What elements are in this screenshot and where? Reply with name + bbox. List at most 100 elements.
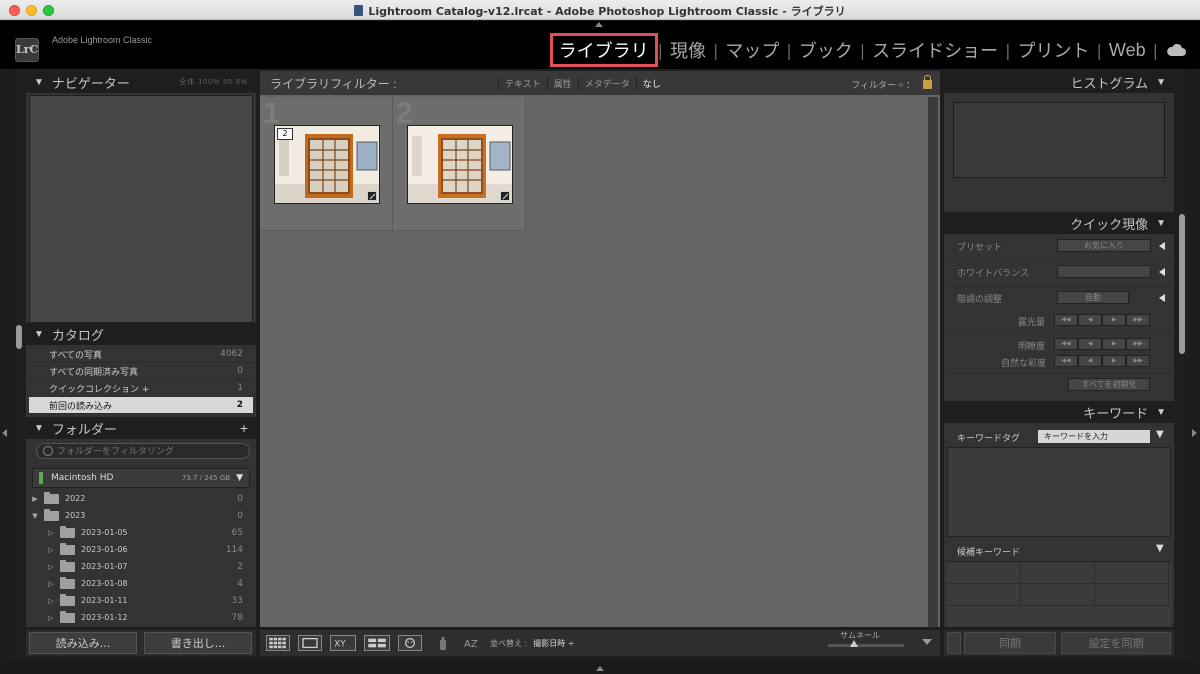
volume-expand-icon[interactable]: ▼ xyxy=(236,473,243,483)
grid-view-icon[interactable] xyxy=(266,635,290,651)
filter-text[interactable]: テキスト xyxy=(498,77,547,90)
folder-item-2022[interactable]: ▶ 2022 0 xyxy=(29,490,253,507)
exposure-stepper[interactable]: ◀◀ ◀ ▶ ▶▶ xyxy=(1054,314,1150,326)
filter-none[interactable]: なし xyxy=(635,77,667,90)
expand-triangle-icon[interactable]: ▷ xyxy=(45,597,57,605)
expand-triangle-icon[interactable]: ▷ xyxy=(45,563,57,571)
collapse-triangle-icon[interactable]: ▼ xyxy=(1156,407,1166,418)
module-map[interactable]: マップ xyxy=(718,37,786,63)
module-slideshow[interactable]: スライドショー xyxy=(865,37,1005,63)
folder-item-2023-01-05[interactable]: ▷ 2023-01-05 65 xyxy=(29,524,253,541)
grid-scrollbar[interactable] xyxy=(928,97,938,627)
top-panel-toggle-icon[interactable] xyxy=(595,22,603,27)
left-edge[interactable] xyxy=(0,69,10,660)
catalog-item-quick-collection[interactable]: クイックコレクション +1 xyxy=(29,380,253,397)
clarity-stepper[interactable]: ◀◀ ◀ ▶ ▶▶ xyxy=(1054,338,1150,350)
grid-cell[interactable]: 1 2 xyxy=(260,97,393,231)
histogram-header[interactable]: ヒストグラム ▼ xyxy=(944,71,1174,93)
left-panel-toggle-icon[interactable] xyxy=(2,429,7,437)
keyword-tag-select[interactable]: キーワードを入力 xyxy=(1038,430,1150,443)
photo-thumbnail[interactable] xyxy=(407,125,513,204)
expand-triangle-icon[interactable]: ▷ xyxy=(45,580,57,588)
reset-all-button[interactable]: すべてを初期化 xyxy=(1068,378,1150,391)
survey-view-icon[interactable] xyxy=(364,635,390,651)
sort-select[interactable]: 撮影日時 ÷ xyxy=(533,638,574,649)
folder-search[interactable] xyxy=(36,443,250,459)
preset-select[interactable]: お気に入り xyxy=(1057,239,1151,252)
module-print[interactable]: プリント xyxy=(1011,37,1097,63)
expand-arrow-icon[interactable] xyxy=(1159,294,1165,302)
navigator-preview[interactable] xyxy=(29,95,253,323)
folder-search-input[interactable] xyxy=(57,446,237,456)
right-edge[interactable] xyxy=(1190,69,1200,660)
module-web[interactable]: Web xyxy=(1102,40,1153,61)
collapse-triangle-icon[interactable]: ▼ xyxy=(1156,77,1166,88)
people-view-icon[interactable] xyxy=(398,635,422,651)
add-folder-icon[interactable]: + xyxy=(240,420,248,436)
right-panel-toggle-icon[interactable] xyxy=(1192,429,1197,437)
sync-toggle-switch[interactable] xyxy=(947,632,961,654)
catalog-header[interactable]: ▼ カタログ xyxy=(26,323,256,345)
compare-view-icon[interactable]: XY xyxy=(330,635,356,651)
folder-item-2023-01-11[interactable]: ▷ 2023-01-11 33 xyxy=(29,592,253,609)
expand-triangle-icon[interactable]: ▶ xyxy=(29,495,41,503)
expand-triangle-icon[interactable]: ▼ xyxy=(1156,543,1164,554)
collapse-triangle-icon[interactable]: ▼ xyxy=(34,77,44,88)
loupe-view-icon[interactable] xyxy=(298,635,322,651)
module-develop[interactable]: 現像 xyxy=(663,37,713,63)
sync-settings-button[interactable]: 設定を同期 xyxy=(1061,632,1171,654)
sort-direction-icon[interactable]: AZ xyxy=(462,634,486,652)
catalog-item-all-photos[interactable]: すべての写真 4062 xyxy=(29,346,253,363)
navigator-zoom-options[interactable]: 全体 100% 55.5% xyxy=(179,77,248,87)
edited-badge-icon xyxy=(500,191,510,201)
left-panel-scrollbar[interactable] xyxy=(16,325,22,349)
cloud-icon[interactable] xyxy=(1166,44,1186,56)
slider-knob[interactable] xyxy=(850,640,858,647)
grid-cell[interactable]: 2 xyxy=(393,97,526,231)
collapse-triangle-icon[interactable]: ▼ xyxy=(1156,218,1166,229)
stack-count-badge[interactable]: 2 xyxy=(277,128,293,140)
collapse-triangle-icon[interactable]: ▼ xyxy=(29,512,41,520)
expand-triangle-icon[interactable]: ▼ xyxy=(1156,429,1164,440)
thumbnail-size-slider[interactable] xyxy=(828,640,904,647)
auto-tone-button[interactable]: 自動 xyxy=(1057,291,1129,304)
expand-arrow-icon[interactable] xyxy=(1159,242,1165,250)
expand-triangle-icon[interactable]: ▷ xyxy=(45,614,57,622)
expand-arrow-icon[interactable] xyxy=(1159,268,1165,276)
folders-header[interactable]: ▼ フォルダー + xyxy=(26,417,256,439)
grid-view: ライブラリフィルター : テキスト 属性 メタデータ なし フィルター ÷ ： … xyxy=(260,71,940,627)
white-balance-select[interactable] xyxy=(1057,265,1151,278)
catalog-item-synced[interactable]: すべての同期済み写真 0 xyxy=(29,363,253,380)
catalog-item-previous-import[interactable]: 前回の読み込み 2 xyxy=(29,397,253,414)
folder-item-2023-01-07[interactable]: ▷ 2023-01-07 2 xyxy=(29,558,253,575)
expand-triangle-icon[interactable]: ▷ xyxy=(45,546,57,554)
keyword-entry-area[interactable] xyxy=(947,447,1171,537)
quick-develop-header[interactable]: クイック現像 ▼ xyxy=(944,212,1174,234)
tone-label: 階調の調整 xyxy=(957,294,1003,305)
vibrance-stepper[interactable]: ◀◀ ◀ ▶ ▶▶ xyxy=(1054,355,1150,367)
sync-metadata-button[interactable]: 同期 xyxy=(964,632,1056,654)
module-book[interactable]: ブック xyxy=(792,37,860,63)
export-button[interactable]: 書き出し... xyxy=(144,632,252,654)
folder-item-2023-01-08[interactable]: ▷ 2023-01-08 4 xyxy=(29,575,253,592)
folder-item-2023-01-12[interactable]: ▷ 2023-01-12 78 xyxy=(29,609,253,626)
lock-icon[interactable] xyxy=(923,75,932,89)
import-button[interactable]: 読み込み... xyxy=(29,632,137,654)
module-library[interactable]: ライブラリ xyxy=(549,33,658,67)
right-panel-scrollbar[interactable] xyxy=(1179,214,1185,354)
navigator-header[interactable]: ▼ ナビゲーター 全体 100% 55.5% xyxy=(26,71,256,93)
filmstrip-toggle-icon[interactable] xyxy=(596,666,604,671)
filter-attribute[interactable]: 属性 xyxy=(546,77,578,90)
folder-item-2023-01-06[interactable]: ▷ 2023-01-06 114 xyxy=(29,541,253,558)
collapse-triangle-icon[interactable]: ▼ xyxy=(34,329,44,340)
toolbar-menu-icon[interactable] xyxy=(922,639,932,645)
photo-thumbnail[interactable]: 2 xyxy=(274,125,380,204)
volume-macintosh-hd[interactable]: Macintosh HD 73.7 / 245 GB ▼ xyxy=(32,468,250,488)
keywords-header[interactable]: キーワード ▼ xyxy=(944,401,1174,423)
expand-triangle-icon[interactable]: ▷ xyxy=(45,529,57,537)
folder-item-2023[interactable]: ▼ 2023 0 xyxy=(29,507,253,524)
collapse-triangle-icon[interactable]: ▼ xyxy=(34,423,44,434)
filter-preset[interactable]: フィルター ÷ ： xyxy=(851,75,932,91)
spray-can-icon[interactable] xyxy=(434,634,452,652)
filter-metadata[interactable]: メタデータ xyxy=(577,77,636,90)
